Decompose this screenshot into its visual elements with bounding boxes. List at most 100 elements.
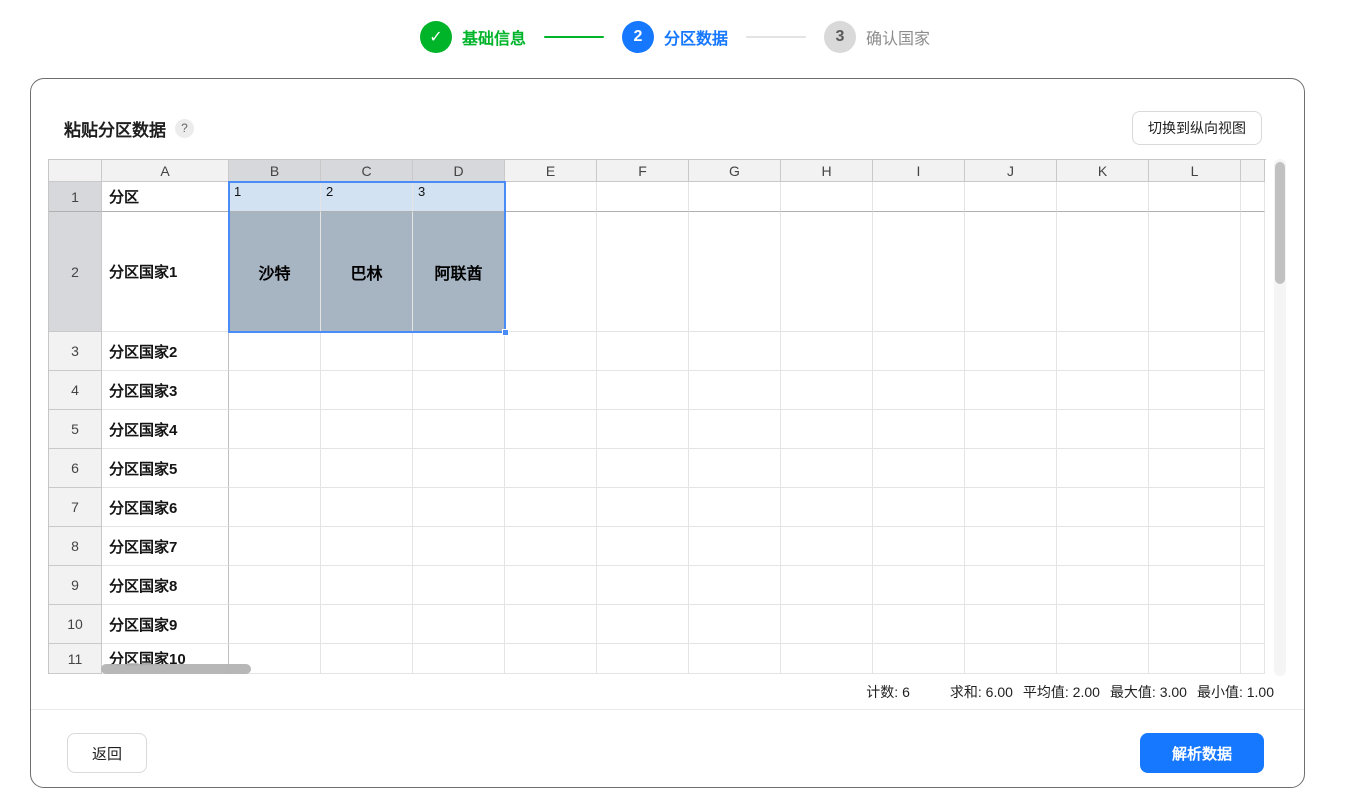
- back-button[interactable]: 返回: [67, 733, 147, 773]
- column-header-D[interactable]: D: [413, 160, 505, 182]
- data-cell[interactable]: [597, 605, 689, 644]
- data-cell[interactable]: [597, 410, 689, 449]
- data-cell[interactable]: 阿联酋: [413, 212, 505, 332]
- data-cell[interactable]: [873, 488, 965, 527]
- data-cell[interactable]: [873, 332, 965, 371]
- data-cell[interactable]: [1149, 182, 1241, 212]
- data-cell[interactable]: [689, 182, 781, 212]
- data-cell[interactable]: [781, 566, 873, 605]
- data-cell[interactable]: [1057, 527, 1149, 566]
- data-cell[interactable]: 巴林: [321, 212, 413, 332]
- row-header-7[interactable]: 7: [49, 488, 102, 527]
- row-header-10[interactable]: 10: [49, 605, 102, 644]
- data-cell[interactable]: [413, 605, 505, 644]
- row-header-11[interactable]: 11: [49, 644, 102, 674]
- data-cell[interactable]: [321, 527, 413, 566]
- data-cell[interactable]: [505, 644, 597, 674]
- data-cell[interactable]: [1149, 332, 1241, 371]
- column-header-K[interactable]: K: [1057, 160, 1149, 182]
- data-cell[interactable]: [965, 410, 1057, 449]
- data-cell[interactable]: [689, 605, 781, 644]
- data-cell[interactable]: [505, 488, 597, 527]
- data-cell[interactable]: [781, 212, 873, 332]
- data-cell[interactable]: [781, 332, 873, 371]
- column-header-J[interactable]: J: [965, 160, 1057, 182]
- data-cell[interactable]: [965, 332, 1057, 371]
- data-cell[interactable]: [1149, 410, 1241, 449]
- step-basic-info[interactable]: ✓ 基础信息: [420, 21, 526, 53]
- data-cell[interactable]: [1057, 605, 1149, 644]
- data-cell[interactable]: [1149, 527, 1241, 566]
- data-cell[interactable]: [505, 410, 597, 449]
- data-cell[interactable]: [781, 371, 873, 410]
- data-cell[interactable]: [597, 371, 689, 410]
- data-cell[interactable]: [1149, 212, 1241, 332]
- data-cell[interactable]: [1057, 182, 1149, 212]
- column-header-G[interactable]: G: [689, 160, 781, 182]
- column-header-A[interactable]: A: [102, 160, 229, 182]
- data-cell[interactable]: [413, 332, 505, 371]
- data-cell[interactable]: [505, 566, 597, 605]
- data-cell[interactable]: [229, 332, 321, 371]
- data-cell[interactable]: [1149, 371, 1241, 410]
- data-cell[interactable]: [965, 527, 1057, 566]
- data-cell[interactable]: [781, 488, 873, 527]
- data-cell[interactable]: [965, 488, 1057, 527]
- row-header-6[interactable]: 6: [49, 449, 102, 488]
- data-cell[interactable]: [1149, 605, 1241, 644]
- column-header-C[interactable]: C: [321, 160, 413, 182]
- data-cell[interactable]: [597, 449, 689, 488]
- data-cell[interactable]: [505, 527, 597, 566]
- data-cell[interactable]: [1057, 644, 1149, 674]
- data-cell[interactable]: [965, 566, 1057, 605]
- data-cell[interactable]: [873, 566, 965, 605]
- data-cell[interactable]: [413, 488, 505, 527]
- fill-handle[interactable]: [502, 329, 509, 336]
- data-cell[interactable]: [1149, 644, 1241, 674]
- data-cell[interactable]: [505, 212, 597, 332]
- data-cell[interactable]: [873, 410, 965, 449]
- data-cell[interactable]: [873, 527, 965, 566]
- data-cell[interactable]: [321, 410, 413, 449]
- data-cell[interactable]: [1057, 332, 1149, 371]
- column-header-B[interactable]: B: [229, 160, 321, 182]
- data-cell[interactable]: [689, 566, 781, 605]
- cell-label[interactable]: 分区国家4: [102, 410, 229, 449]
- data-cell[interactable]: [873, 182, 965, 212]
- data-cell[interactable]: [597, 332, 689, 371]
- data-cell[interactable]: [413, 371, 505, 410]
- cell-label[interactable]: 分区国家6: [102, 488, 229, 527]
- data-cell[interactable]: [229, 449, 321, 488]
- data-cell[interactable]: [873, 449, 965, 488]
- data-cell[interactable]: [505, 605, 597, 644]
- data-cell[interactable]: [321, 605, 413, 644]
- cell-label[interactable]: 分区国家7: [102, 527, 229, 566]
- data-cell[interactable]: [965, 182, 1057, 212]
- data-cell[interactable]: [965, 644, 1057, 674]
- data-cell[interactable]: [781, 605, 873, 644]
- row-header-3[interactable]: 3: [49, 332, 102, 371]
- data-cell[interactable]: [229, 371, 321, 410]
- data-cell[interactable]: [689, 212, 781, 332]
- data-cell[interactable]: [1149, 488, 1241, 527]
- data-cell[interactable]: 沙特: [229, 212, 321, 332]
- row-header-4[interactable]: 4: [49, 371, 102, 410]
- data-cell[interactable]: [321, 566, 413, 605]
- data-cell[interactable]: [689, 488, 781, 527]
- data-cell[interactable]: [1057, 449, 1149, 488]
- cell-label[interactable]: 分区国家5: [102, 449, 229, 488]
- data-cell[interactable]: [781, 449, 873, 488]
- data-cell[interactable]: [321, 332, 413, 371]
- data-cell[interactable]: [689, 644, 781, 674]
- cell-label[interactable]: 分区: [102, 182, 229, 212]
- data-cell[interactable]: [781, 410, 873, 449]
- cell-label[interactable]: 分区国家3: [102, 371, 229, 410]
- data-cell[interactable]: [505, 449, 597, 488]
- data-cell[interactable]: [1057, 410, 1149, 449]
- data-cell[interactable]: [413, 566, 505, 605]
- data-cell[interactable]: [505, 371, 597, 410]
- data-cell[interactable]: [413, 449, 505, 488]
- data-cell[interactable]: 3: [413, 182, 505, 212]
- row-header-1[interactable]: 1: [49, 182, 102, 212]
- data-cell[interactable]: [321, 644, 413, 674]
